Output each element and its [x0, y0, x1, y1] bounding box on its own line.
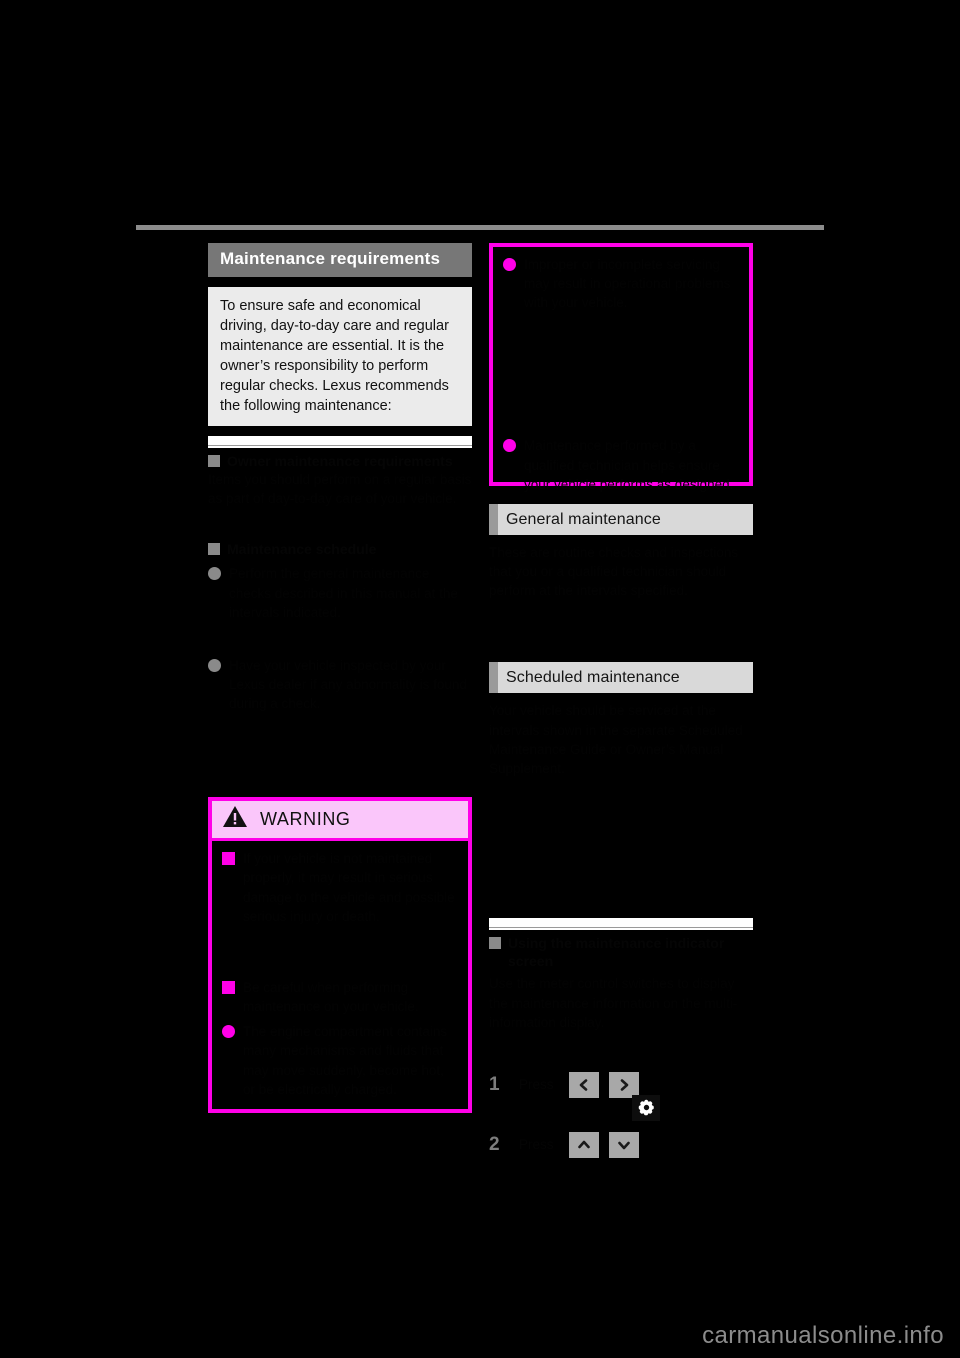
- procedure-steps: 1 Press 2 Press: [489, 1071, 753, 1158]
- site-watermark: carmanualsonline.info: [702, 1322, 944, 1349]
- subsection-heading: Maintenance schedule: [227, 541, 377, 558]
- step-number: 1: [489, 1073, 500, 1095]
- section-accent-bar: [489, 662, 498, 694]
- notice-box: Improper or incomplete servicing may res…: [489, 243, 753, 492]
- subsection-maintenance-schedule: Maintenance schedule: [208, 540, 472, 558]
- step-label: Press: [519, 1137, 554, 1153]
- subsection-body: Items you should perform on a regular ba…: [208, 471, 472, 507]
- dot-bullet-icon: [503, 439, 516, 453]
- left-column: Maintenance requirements To ensure safe …: [208, 243, 472, 1113]
- section-body: These are routine checks and inspections…: [489, 545, 739, 599]
- warning-box: WARNING If your vehicle is not maintaine…: [208, 797, 472, 1113]
- chevron-left-icon[interactable]: [569, 1071, 599, 1098]
- square-bullet-icon: [489, 937, 501, 950]
- warning-body: If your vehicle is not maintained proper…: [212, 841, 468, 1109]
- dot-bullet-icon: [208, 567, 221, 581]
- list-item-text: Perform the general maintenance checks d…: [229, 566, 458, 620]
- section-divider: [208, 435, 472, 448]
- subsection-owner-maintenance: Owner maintenance requirements: [208, 452, 472, 470]
- warning-item-text: The engine compartment contains many mec…: [243, 1024, 448, 1097]
- list-item-text: Have your vehicle inspected by your Lexu…: [229, 657, 467, 712]
- warning-title: WARNING: [260, 808, 351, 829]
- step-number: 2: [489, 1133, 500, 1155]
- square-bullet-icon: [222, 980, 235, 994]
- step-row-1: 1 Press: [489, 1071, 753, 1121]
- warning-item: If your vehicle is not maintained proper…: [222, 849, 458, 926]
- square-bullet-icon: [222, 852, 235, 866]
- notice-item: Maintenance performed by a qualified tec…: [503, 436, 739, 493]
- manual-page: Maintenance requirements To ensure safe …: [0, 0, 960, 1358]
- list-item: Have your vehicle inspected by your Lexu…: [208, 656, 472, 713]
- notice-item: Improper or incomplete servicing may res…: [503, 255, 739, 312]
- warning-triangle-icon: [222, 805, 248, 833]
- intro-paragraph: To ensure safe and economical driving, d…: [208, 286, 472, 426]
- notice-item-text: Maintenance performed by a qualified tec…: [524, 438, 734, 492]
- warning-item-text: Be careful when performing maintenance o…: [243, 979, 419, 1015]
- dot-bullet-icon: [222, 1025, 235, 1039]
- step-row-2: 2 Press: [489, 1131, 753, 1158]
- dot-bullet-icon: [208, 658, 221, 672]
- page-title: Maintenance requirements: [208, 243, 472, 277]
- subsection-heading: Using the maintenance indicator screen: [508, 935, 725, 970]
- section-header-label: General maintenance: [498, 504, 753, 535]
- notice-item-text: Improper or incomplete servicing may res…: [524, 257, 731, 311]
- section-body: Your vehicle should be serviced at the i…: [489, 703, 743, 776]
- step-label: Press: [519, 1077, 554, 1093]
- chevron-up-icon[interactable]: [569, 1131, 599, 1158]
- warning-item: Be careful when performing maintenance o…: [222, 978, 458, 1016]
- section-header-label: Scheduled maintenance: [498, 662, 753, 694]
- right-column: Improper or incomplete servicing may res…: [489, 243, 753, 1158]
- procedure-intro: Use the meter control switches to displa…: [489, 976, 738, 1030]
- dot-bullet-icon: [503, 258, 516, 271]
- section-header-scheduled-maintenance: Scheduled maintenance: [489, 662, 753, 694]
- subsection-heading: Owner maintenance requirements: [227, 452, 453, 469]
- warning-item-text: If your vehicle is not maintained proper…: [243, 851, 455, 924]
- gear-icon[interactable]: [632, 1094, 660, 1121]
- section-divider: [489, 918, 753, 931]
- chevron-down-icon[interactable]: [609, 1131, 639, 1158]
- warning-header: WARNING: [212, 801, 468, 842]
- subsection-maintenance-indicator: Using the maintenance indicator screen: [489, 934, 753, 970]
- section-header-general-maintenance: General maintenance: [489, 504, 753, 535]
- page-top-rule: [136, 225, 824, 230]
- section-accent-bar: [489, 504, 498, 535]
- square-bullet-icon: [208, 543, 220, 556]
- square-bullet-icon: [208, 454, 220, 467]
- list-item: Perform the general maintenance checks d…: [208, 564, 472, 621]
- warning-item: The engine compartment contains many mec…: [222, 1022, 458, 1099]
